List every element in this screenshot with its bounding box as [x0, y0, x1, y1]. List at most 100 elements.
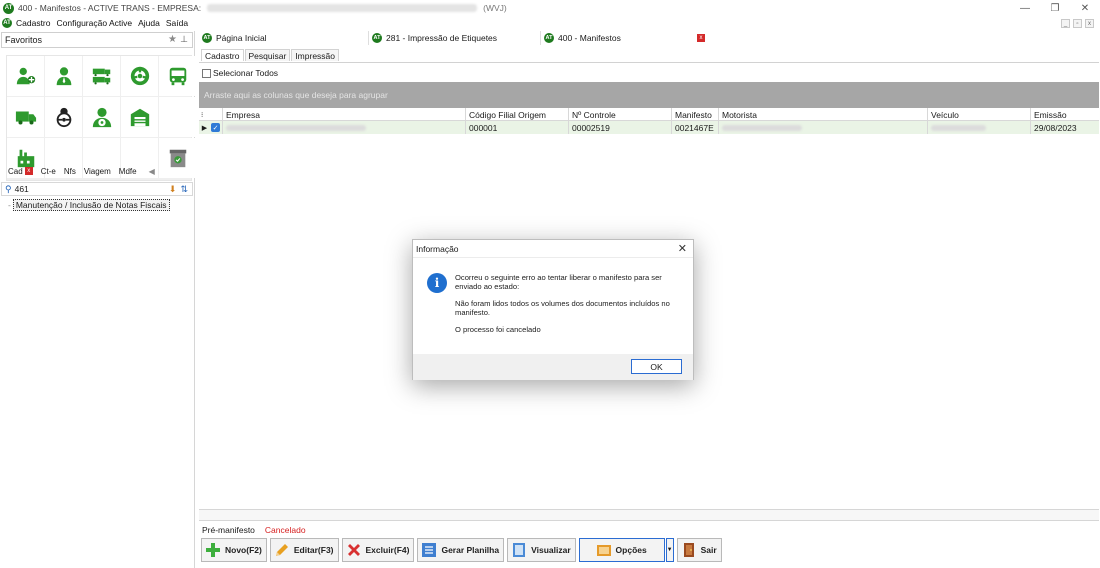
info-dialog: Informação ✕ i Ocorreu o seguinte erro a…: [412, 239, 694, 380]
search-icon: ⚲: [5, 183, 12, 194]
group-by-panel[interactable]: Arraste aqui as colunas que deseja para …: [199, 82, 1099, 108]
shortcut-fleet[interactable]: [83, 56, 120, 96]
tab-cte[interactable]: Ct-e: [37, 164, 60, 178]
tab-impressao[interactable]: Impressão: [291, 49, 339, 61]
menu-search-input[interactable]: ⚲ 461 ⬇ ⇅: [1, 182, 193, 196]
menu-ajuda[interactable]: Ajuda: [138, 18, 160, 28]
mdi-minimize-button[interactable]: _: [1061, 19, 1070, 28]
menu-configuracao[interactable]: Configuração Active: [57, 18, 133, 28]
tab-manifestos[interactable]: AT 400 - Manifestos x: [541, 31, 713, 45]
redacted-motorista: [722, 124, 802, 131]
module-tabs: Cad x Ct-e Nfs Viagem Mdfe ◀: [4, 164, 159, 178]
window-title: 400 - Manifestos - ACTIVE TRANS - EMPRES…: [18, 3, 202, 13]
exit-button[interactable]: Sair: [676, 538, 722, 562]
status-line: Pré-manifesto Cancelado: [202, 525, 306, 535]
cell-codigo-filial: 000001: [466, 121, 569, 134]
minimize-button[interactable]: —: [1010, 0, 1040, 16]
row-checkbox[interactable]: ✓: [211, 123, 220, 132]
shortcut-add-user[interactable]: [7, 56, 44, 96]
ok-button[interactable]: OK: [631, 359, 682, 374]
tab-logo-icon: AT: [372, 33, 382, 43]
mdi-close-button[interactable]: x: [1085, 19, 1094, 28]
tree-item-label: Manutenção / Inclusão de Notas Fiscais: [12, 199, 170, 211]
fleet-trucks-icon: [92, 68, 110, 85]
cell-manifesto: 0021467E: [672, 121, 719, 134]
shortcut-recycle[interactable]: [159, 138, 196, 178]
col-emissao[interactable]: Emissão: [1031, 108, 1099, 121]
shortcut-driver-wheel[interactable]: [121, 56, 158, 96]
menu-saida[interactable]: Saída: [166, 18, 188, 28]
checkbox-box: [202, 68, 211, 78]
warehouse-icon: [130, 108, 149, 127]
edit-button-label: Editar(F3): [293, 545, 334, 555]
delete-button[interactable]: Excluir(F4): [341, 538, 415, 562]
tab-logo-icon: AT: [202, 33, 212, 43]
tab-cad[interactable]: Cad x: [4, 164, 37, 178]
close-tab-icon[interactable]: x: [697, 34, 705, 42]
generate-spreadsheet-button[interactable]: Gerar Planilha: [417, 538, 505, 562]
options-dropdown-icon[interactable]: ▼: [665, 538, 674, 562]
dialog-body: i Ocorreu o seguinte erro ao tentar libe…: [413, 259, 693, 354]
row-selector[interactable]: ▶ ✓: [199, 121, 223, 134]
options-button[interactable]: Opções: [578, 538, 665, 562]
tab-pagina-inicial[interactable]: AT Página Inicial: [199, 31, 369, 45]
tab-mdfe[interactable]: Mdfe: [115, 164, 141, 178]
grid-footer: [199, 509, 1099, 521]
sort-icon[interactable]: ⇅: [180, 184, 188, 195]
recycle-bin-icon: [169, 149, 186, 168]
spreadsheet-icon: [420, 541, 438, 559]
tab-nfs[interactable]: Nfs: [60, 164, 80, 178]
tab-pesquisar[interactable]: Pesquisar: [244, 49, 291, 61]
tab-viagem[interactable]: Viagem: [80, 164, 115, 178]
restore-button[interactable]: ❐: [1040, 0, 1070, 16]
col-controle[interactable]: Nº Controle: [569, 108, 672, 121]
shortcut-warehouse[interactable]: [121, 97, 158, 137]
redacted-company: [207, 4, 478, 12]
delete-x-icon: [345, 541, 363, 559]
menu-cadastro[interactable]: Cadastro: [16, 18, 51, 28]
mdi-controls: _ ▫ x: [1061, 19, 1094, 28]
shortcut-grid: [6, 55, 196, 181]
download-icon[interactable]: ⬇: [169, 184, 177, 195]
menu-logo-icon: AT: [2, 18, 12, 28]
dialog-close-icon[interactable]: ✕: [678, 242, 687, 255]
col-codigo-filial[interactable]: Código Filial Origem: [466, 108, 569, 121]
driver-icon: [56, 107, 71, 128]
table-row[interactable]: ▶ ✓ 000001 00002519 0021467E 29/08/2023: [199, 121, 1099, 134]
tab-label: Página Inicial: [216, 33, 267, 43]
employee-icon: [56, 67, 71, 86]
mdi-restore-button[interactable]: ▫: [1073, 19, 1082, 28]
document-tabs: AT Página Inicial AT 281 - Impressão de …: [199, 31, 719, 45]
col-veiculo[interactable]: Veículo: [928, 108, 1031, 121]
col-empresa[interactable]: Empresa: [223, 108, 466, 121]
col-motorista[interactable]: Motorista: [719, 108, 928, 121]
star-icon[interactable]: ★: [168, 34, 177, 45]
col-manifesto[interactable]: Manifesto: [672, 108, 719, 121]
bus-icon: [169, 67, 186, 86]
shortcut-driver-profile[interactable]: [83, 97, 120, 137]
close-window-button[interactable]: ✕: [1070, 0, 1100, 16]
title-bar: AT 400 - Manifestos - ACTIVE TRANS - EMP…: [0, 0, 1100, 16]
new-button[interactable]: Novo(F2): [201, 538, 267, 562]
tab-logo-icon: AT: [544, 33, 554, 43]
close-icon[interactable]: x: [24, 167, 33, 175]
exit-door-icon: [680, 541, 698, 559]
exit-button-label: Sair: [700, 545, 717, 555]
tab-cadastro[interactable]: Cadastro: [201, 49, 244, 61]
select-all-checkbox[interactable]: Selecionar Todos: [202, 68, 278, 78]
tree-item-notas-fiscais[interactable]: - Manutenção / Inclusão de Notas Fiscais: [8, 199, 170, 211]
shortcut-driver[interactable]: [45, 97, 82, 137]
tab-scroll-left-icon[interactable]: ◀: [145, 164, 159, 178]
view-button[interactable]: Visualizar: [507, 538, 576, 562]
shortcut-bus[interactable]: [159, 56, 196, 96]
edit-button[interactable]: Editar(F3): [269, 538, 339, 562]
pencil-icon: [273, 541, 291, 559]
dialog-footer: OK: [413, 354, 693, 380]
favorites-header: Favoritos ★ ⊥: [1, 32, 193, 48]
pin-icon[interactable]: ⊥: [180, 34, 188, 45]
shortcut-truck[interactable]: [7, 97, 44, 137]
tab-impressao-etiquetas[interactable]: AT 281 - Impressão de Etiquetes: [369, 31, 541, 45]
shortcut-employee[interactable]: [45, 56, 82, 96]
row-indicator-icon: ▶: [201, 124, 208, 132]
column-selector-icon[interactable]: ⁝: [199, 108, 223, 121]
